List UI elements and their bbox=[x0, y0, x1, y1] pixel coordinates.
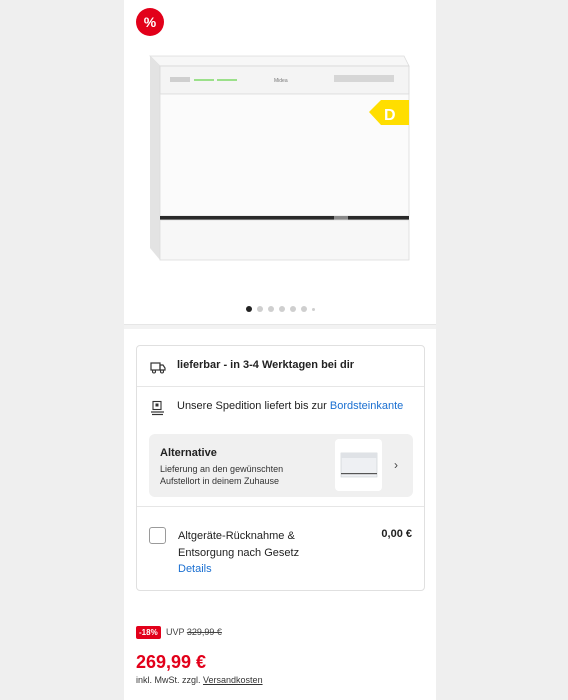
delivery-card: lieferbar - in 3-4 Werktagen bei dir Uns… bbox=[136, 345, 425, 591]
curbside-delivery-icon bbox=[151, 400, 164, 416]
shipping-costs-link[interactable]: Versandkosten bbox=[203, 675, 263, 685]
shipping-row: Unsere Spedition liefert bis zur Bordste… bbox=[137, 387, 424, 427]
gallery-dot-more[interactable] bbox=[311, 307, 315, 311]
chevron-right-icon: › bbox=[394, 458, 398, 472]
discount-badge: -18% bbox=[136, 626, 161, 639]
product-image[interactable]: Midea D bbox=[134, 48, 424, 278]
gallery-pagination bbox=[124, 306, 436, 312]
disposal-price: 0,00 € bbox=[381, 528, 412, 540]
sale-badge: % bbox=[136, 8, 164, 36]
availability-text: lieferbar - in 3-4 Werktagen bei dir bbox=[177, 359, 355, 371]
section-separator bbox=[124, 325, 436, 329]
product-column: % Midea D lieferbar - in 3-4 Werktagen b… bbox=[124, 0, 436, 700]
disposal-checkbox[interactable] bbox=[149, 527, 166, 544]
gallery-dot[interactable] bbox=[300, 306, 307, 312]
shipping-text: Unsere Spedition liefert bis zur Bordste… bbox=[177, 400, 404, 412]
availability-row: lieferbar - in 3-4 Werktagen bei dir bbox=[137, 346, 424, 387]
truck-icon bbox=[150, 362, 166, 374]
brand-logo: Midea bbox=[274, 78, 288, 84]
gallery-dot[interactable] bbox=[245, 306, 252, 312]
alternative-delivery-option[interactable]: Alternative Lieferung an den gewünschten… bbox=[149, 434, 413, 497]
alternative-description: Lieferung an den gewünschten Aufstellort… bbox=[160, 464, 284, 486]
alternative-title: Alternative bbox=[160, 447, 217, 459]
tax-info: inkl. MwSt. zzgl. Versandkosten bbox=[136, 675, 263, 685]
product-gallery[interactable]: % Midea D bbox=[124, 0, 436, 325]
energy-label: D bbox=[384, 107, 396, 124]
curbside-link[interactable]: Bordsteinkante bbox=[330, 400, 403, 412]
card-divider bbox=[137, 506, 424, 507]
current-price: 269,99 € bbox=[136, 652, 207, 672]
gallery-dot[interactable] bbox=[289, 306, 296, 312]
uvp-price: UVP 329,99 € bbox=[166, 627, 222, 637]
alternative-thumbnail bbox=[335, 439, 382, 491]
uvp-value: 329,99 € bbox=[186, 627, 222, 637]
gallery-dot[interactable] bbox=[256, 306, 263, 312]
gallery-dot[interactable] bbox=[278, 306, 285, 312]
disposal-label: Altgeräte-Rücknahme & Entsorgung nach Ge… bbox=[178, 530, 300, 559]
details-link[interactable]: Details bbox=[178, 563, 212, 575]
gallery-dot[interactable] bbox=[267, 306, 274, 312]
